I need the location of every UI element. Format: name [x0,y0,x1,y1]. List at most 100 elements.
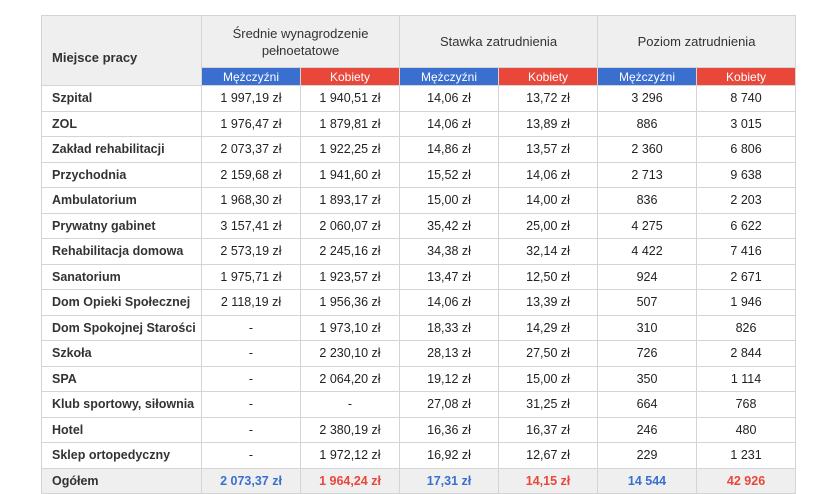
salary-female-cell: 1 893,17 zł [299,187,401,214]
table-row: ZOL 1 976,47 zł 1 879,81 zł 14,06 zł 13,89 z… [41,110,797,137]
place-cell: Szkoła [41,340,202,367]
employment-male-cell: 3 296 [597,85,698,112]
salary-female-cell: 1 973,10 zł [299,314,401,341]
rate-male-cell: 15,52 zł [399,161,500,188]
salary-male-cell: 2 073,37 zł [201,136,301,163]
salary-female-cell: 2 230,10 zł [299,340,401,367]
table-row: Szpital 1 997,19 zł 1 940,51 zł 14,06 zł 13,… [41,85,797,112]
rate-male-cell: 35,42 zł [399,212,500,239]
table-row: Zakład rehabilitacji 2 073,37 zł 1 922,25 … [41,136,797,163]
table-row: Ambulatorium 1 968,30 zł 1 893,17 zł 15,00 … [41,187,797,214]
employment-male-cell: 2 360 [597,136,698,163]
employment-group-header: Poziom zatrudnienia [597,15,797,68]
rate-female-cell: 14,06 zł [498,161,599,188]
total-salary-female: 1 964,24 zł [299,467,401,494]
place-cell: Dom Spokojnej Starości [41,314,202,341]
rate-male-header: Mężczyźni [399,67,500,86]
total-salary-male: 2 073,37 zł [201,467,301,494]
salary-male-cell: 1 968,30 zł [201,187,301,214]
rate-female-cell: 27,50 zł [498,340,599,367]
salary-female-cell: 2 064,20 zł [299,365,401,392]
employment-female-cell: 1 114 [696,365,797,392]
rate-female-cell: 31,25 zł [498,391,599,418]
table-row: Sklep ortopedyczny -1 972,12 zł 16,92 zł 12… [41,442,797,469]
total-rate-female: 14,15 zł [498,467,599,494]
rate-male-cell: 16,36 zł [399,416,500,443]
employment-male-cell: 310 [597,314,698,341]
rate-male-cell: 14,86 zł [399,136,500,163]
salary-table-container: Miejsce pracy Średnie wynagrodzenie pełn… [41,15,797,494]
employment-male-cell: 246 [597,416,698,443]
employment-female-cell: 480 [696,416,797,443]
total-row: Ogółem 2 073,37 zł 1 964,24 zł 17,31 zł … [41,467,797,494]
employment-female-cell: 6 806 [696,136,797,163]
rate-male-cell: 13,47 zł [399,263,500,290]
total-employment-male: 14 544 [597,467,698,494]
table-row: Prywatny gabinet 3 157,41 zł 2 060,07 zł 35… [41,212,797,239]
salary-female-cell: 1 956,36 zł [299,289,401,316]
employment-female-cell: 1 231 [696,442,797,469]
rate-male-cell: 27,08 zł [399,391,500,418]
place-cell: Rehabilitacja domowa [41,238,202,265]
table-row: Klub sportowy, siłownia - -27,08 zł 31,25 z… [41,391,797,418]
rate-female-cell: 25,00 zł [498,212,599,239]
table-row: Rehabilitacja domowa 2 573,19 zł 2 245,16 … [41,238,797,265]
table-row: Hotel -2 380,19 zł 16,36 zł 16,37 zł 246 480 [41,416,797,443]
table-row: Szkoła -2 230,10 zł 28,13 zł 27,50 zł 726 2 8… [41,340,797,367]
salary-male-cell: - [201,391,301,418]
table-row: Sanatorium 1 975,71 zł 1 923,57 zł 13,47 zł… [41,263,797,290]
rate-male-cell: 14,06 zł [399,289,500,316]
rate-male-cell: 14,06 zł [399,110,500,137]
table-body: Szpital 1 997,19 zł 1 940,51 zł 14,06 zł 13,… [41,85,797,494]
place-cell: Ambulatorium [41,187,202,214]
place-cell: Przychodnia [41,161,202,188]
employment-male-cell: 2 713 [597,161,698,188]
employment-female-cell: 3 015 [696,110,797,137]
salary-male-cell: 3 157,41 zł [201,212,301,239]
employment-female-cell: 2 671 [696,263,797,290]
table-row: Dom Spokojnej Starości -1 973,10 zł 18,33 … [41,314,797,341]
rate-female-cell: 12,67 zł [498,442,599,469]
employment-female-cell: 7 416 [696,238,797,265]
employment-female-cell: 2 203 [696,187,797,214]
rate-male-cell: 18,33 zł [399,314,500,341]
rate-female-cell: 13,72 zł [498,85,599,112]
employment-male-cell: 836 [597,187,698,214]
rate-male-cell: 19,12 zł [399,365,500,392]
rate-male-cell: 16,92 zł [399,442,500,469]
salary-female-cell: 1 879,81 zł [299,110,401,137]
employment-male-header: Mężczyźni [597,67,698,86]
salary-male-cell: 1 975,71 zł [201,263,301,290]
salary-female-cell: - [299,391,401,418]
table-row: SPA -2 064,20 zł 19,12 zł 15,00 zł 350 1 114 [41,365,797,392]
total-employment-female: 42 926 [696,467,797,494]
salary-male-cell: - [201,416,301,443]
total-rate-male: 17,31 zł [399,467,500,494]
employment-female-cell: 2 844 [696,340,797,367]
salary-female-cell: 1 923,57 zł [299,263,401,290]
rate-female-cell: 32,14 zł [498,238,599,265]
place-cell: Zakład rehabilitacji [41,136,202,163]
salary-female-cell: 2 380,19 zł [299,416,401,443]
salary-male-cell: - [201,442,301,469]
place-cell: Klub sportowy, siłownia [41,391,202,418]
employment-male-cell: 229 [597,442,698,469]
rate-female-cell: 13,57 zł [498,136,599,163]
rate-male-cell: 15,00 zł [399,187,500,214]
place-cell: Hotel [41,416,202,443]
rate-group-header: Stawka zatrudnienia [399,15,599,68]
place-cell: ZOL [41,110,202,137]
employment-female-cell: 768 [696,391,797,418]
employment-female-cell: 826 [696,314,797,341]
rate-female-cell: 12,50 zł [498,263,599,290]
employment-female-header: Kobiety [696,67,797,86]
place-cell: Szpital [41,85,202,112]
employment-female-cell: 9 638 [696,161,797,188]
employment-male-cell: 4 275 [597,212,698,239]
salary-female-cell: 1 940,51 zł [299,85,401,112]
employment-female-cell: 6 622 [696,212,797,239]
table-header-row: Miejsce pracy Średnie wynagrodzenie pełn… [41,15,797,86]
place-cell: Dom Opieki Społecznej [41,289,202,316]
rate-female-cell: 14,29 zł [498,314,599,341]
rate-male-cell: 28,13 zł [399,340,500,367]
